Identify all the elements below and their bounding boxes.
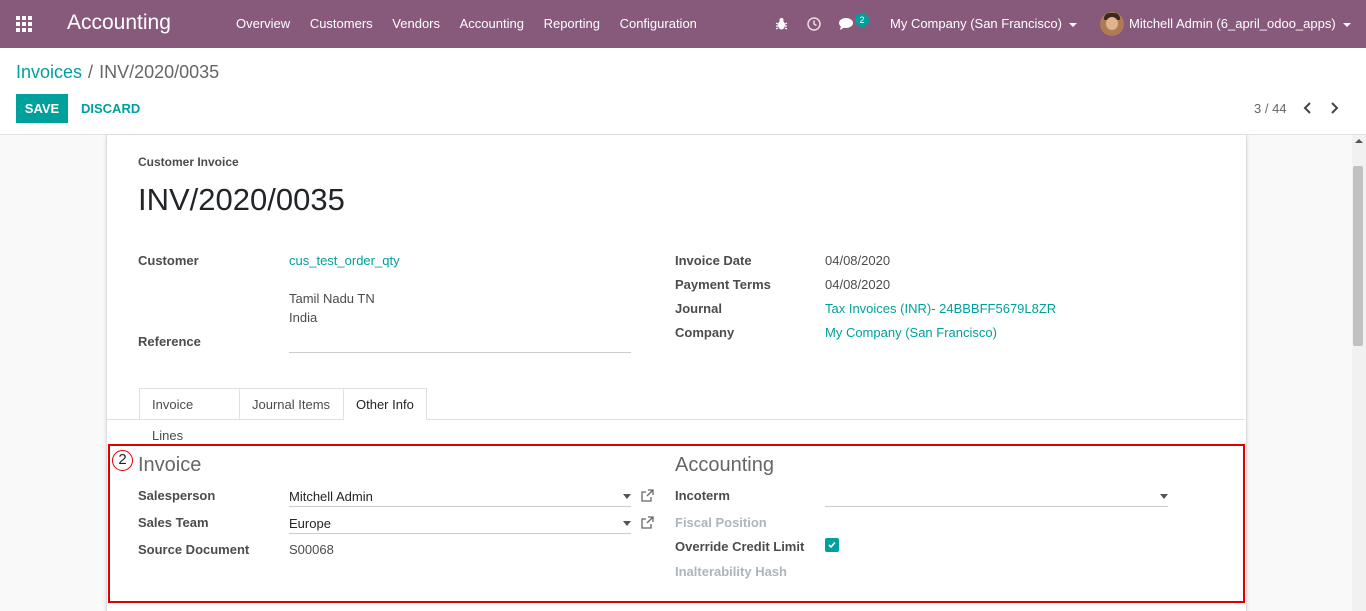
company-name: My Company (San Francisco) (890, 16, 1062, 31)
incoterm-label: Incoterm (675, 488, 730, 503)
reference-input[interactable] (289, 334, 631, 352)
company-link[interactable]: My Company (San Francisco) (825, 325, 997, 340)
salesperson-underline (289, 506, 631, 507)
top-navbar: Accounting Overview Customers Vendors Ac… (0, 0, 1366, 48)
chevron-down-icon (1342, 22, 1351, 27)
menu-item-reporting[interactable]: Reporting (544, 16, 600, 31)
menu-item-accounting[interactable]: Accounting (460, 16, 524, 31)
salesperson-select[interactable]: Mitchell Admin (289, 489, 373, 504)
incoterm-select[interactable] (825, 489, 1168, 506)
customer-address-line2: India (289, 310, 318, 325)
accounting-section-title: Accounting (675, 454, 774, 476)
chevron-left-icon[interactable] (1302, 101, 1312, 115)
user-name: Mitchell Admin (6_april_odoo_apps) (1129, 16, 1336, 31)
breadcrumb: Invoices / INV/2020/0035 (16, 62, 219, 83)
override-credit-limit-label: Override Credit Limit (675, 539, 805, 554)
incoterm-dropdown-caret-icon[interactable] (1160, 494, 1168, 499)
customer-address-line1: Tamil Nadu TN (289, 291, 375, 306)
active-tab-gap (344, 418, 426, 421)
external-link-icon[interactable] (641, 489, 654, 502)
tab-divider (107, 419, 1245, 420)
step-marker: 2 (112, 450, 133, 471)
chat-icon[interactable] (839, 17, 855, 31)
source-document-label: Source Document (138, 542, 250, 557)
inalterability-hash-label: Inalterability Hash (675, 564, 787, 579)
invoice-number: INV/2020/0035 (138, 182, 345, 217)
messages-count-badge: 2 (855, 13, 869, 27)
clock-icon[interactable] (807, 17, 821, 31)
journal-link[interactable]: Tax Invoices (INR)- 24BBBFF5679L8ZR (825, 301, 1056, 316)
external-link-icon[interactable] (641, 516, 654, 529)
reference-label: Reference (138, 334, 201, 349)
main-menu: Overview Customers Vendors Accounting Re… (236, 16, 713, 31)
breadcrumb-separator: / (88, 62, 94, 82)
tab-journal-items[interactable]: Journal Items (239, 388, 344, 419)
salesperson-dropdown-caret-icon[interactable] (623, 494, 631, 499)
menu-item-customers[interactable]: Customers (310, 16, 373, 31)
payment-terms-label: Payment Terms (675, 277, 771, 292)
fiscal-position-label: Fiscal Position (675, 515, 767, 530)
journal-label: Journal (675, 301, 722, 316)
scrollbar-thumb[interactable] (1353, 166, 1363, 346)
sales-team-dropdown-caret-icon[interactable] (623, 521, 631, 526)
chevron-down-icon (1068, 22, 1077, 27)
breadcrumb-current: INV/2020/0035 (99, 62, 220, 82)
company-label: Company (675, 325, 735, 340)
breadcrumb-invoices-link[interactable]: Invoices (16, 62, 82, 82)
avatar[interactable] (1100, 12, 1124, 36)
payment-terms-value[interactable]: 04/08/2020 (825, 277, 890, 292)
tab-invoice-lines[interactable]: Invoice Lines (139, 388, 240, 443)
save-button[interactable]: SAVE (16, 94, 68, 123)
apps-grid-icon[interactable] (16, 16, 34, 32)
menu-item-vendors[interactable]: Vendors (392, 16, 440, 31)
incoterm-underline (825, 506, 1168, 507)
scrollbar[interactable] (1352, 135, 1366, 611)
invoice-date-label: Invoice Date (675, 253, 752, 268)
discard-button[interactable]: DISCARD (81, 101, 140, 116)
customer-link[interactable]: cus_test_order_qty (289, 253, 400, 268)
source-document-value: S00068 (289, 542, 334, 557)
company-switcher[interactable]: My Company (San Francisco) (890, 16, 1077, 31)
app-title[interactable]: Accounting (67, 11, 171, 35)
override-credit-limit-checkbox[interactable] (825, 538, 839, 552)
menu-item-overview[interactable]: Overview (236, 16, 290, 31)
scroll-up-arrow-icon[interactable] (1355, 139, 1363, 143)
pager-value[interactable]: 3 / 44 (1254, 101, 1287, 116)
reference-underline (289, 352, 631, 353)
sales-team-underline (289, 533, 631, 534)
sales-team-label: Sales Team (138, 515, 209, 530)
checkmark-icon (828, 541, 836, 549)
tab-other-info[interactable]: Other Info (343, 388, 427, 420)
salesperson-label: Salesperson (138, 488, 216, 503)
control-panel: Invoices / INV/2020/0035 SAVE DISCARD 3 / … (0, 48, 1366, 135)
invoice-section-title: Invoice (138, 454, 202, 476)
sales-team-select[interactable]: Europe (289, 516, 331, 531)
invoice-type-label: Customer Invoice (138, 155, 239, 169)
chevron-right-icon[interactable] (1330, 101, 1340, 115)
customer-label: Customer (138, 253, 199, 268)
user-menu[interactable]: Mitchell Admin (6_april_odoo_apps) (1129, 16, 1351, 31)
menu-item-configuration[interactable]: Configuration (620, 16, 697, 31)
invoice-date-value[interactable]: 04/08/2020 (825, 253, 890, 268)
bug-icon[interactable] (775, 17, 788, 31)
